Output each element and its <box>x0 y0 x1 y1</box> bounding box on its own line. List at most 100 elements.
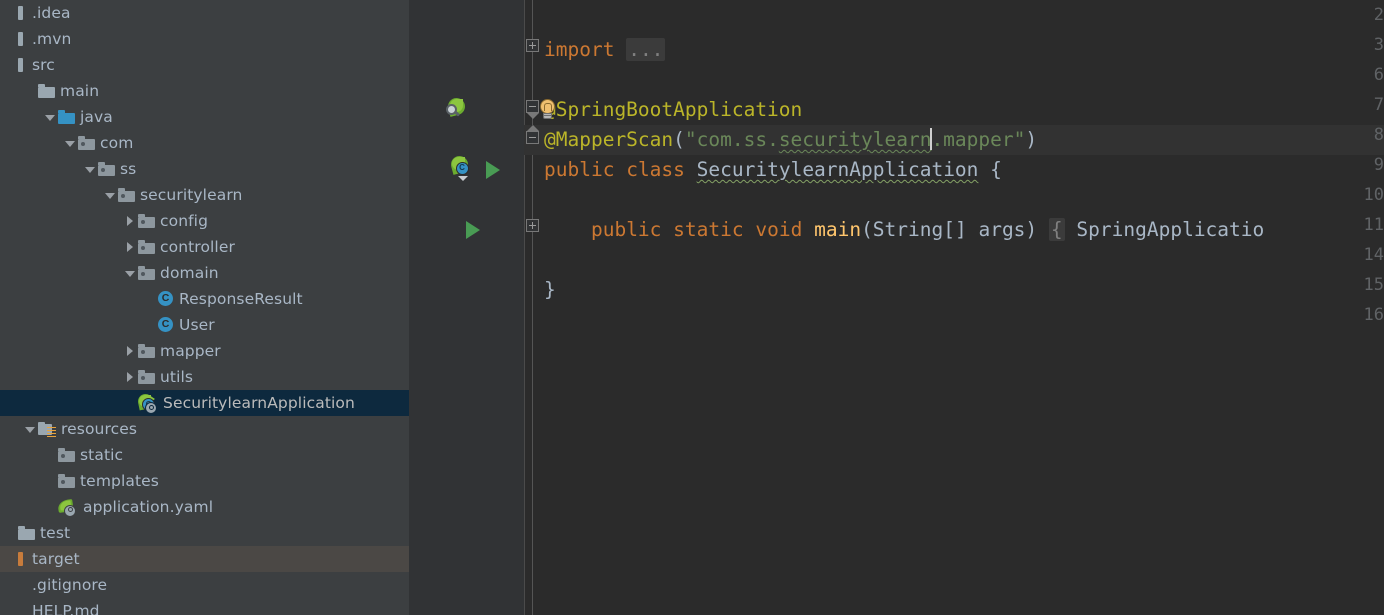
tree-item-mapper[interactable]: mapper <box>0 338 409 364</box>
code-line-15[interactable]: } <box>544 275 556 305</box>
tree-item-java[interactable]: java <box>0 104 409 130</box>
tree-item-config[interactable]: config <box>0 208 409 234</box>
tree-item-label: com <box>100 134 134 152</box>
line-number: 8 <box>1373 125 1384 145</box>
lightbulb-icon[interactable] <box>538 99 558 121</box>
fold-region-line <box>532 0 533 615</box>
tree-item-utils[interactable]: utils <box>0 364 409 390</box>
tree-item-label: templates <box>80 472 159 490</box>
tree-item-mvn[interactable]: .mvn <box>0 26 409 52</box>
chevron-right-icon[interactable] <box>122 213 138 229</box>
tree-item-user[interactable]: C User <box>0 312 409 338</box>
project-tool-window[interactable]: .idea .mvn src main java com ss securitylearn co… <box>0 0 409 615</box>
main-parameters: (String[] args) <box>861 218 1038 241</box>
tree-item-label: mapper <box>160 342 221 360</box>
expand-fold-icon-line11[interactable] <box>526 219 541 234</box>
excluded-folder-icon <box>18 552 27 566</box>
tree-item-securitylearn[interactable]: securitylearn <box>0 182 409 208</box>
tree-item-main[interactable]: main <box>0 78 409 104</box>
gutter-separator <box>524 0 525 615</box>
spring-run-class-icon[interactable] <box>449 154 474 181</box>
tree-arrow-placeholder <box>2 577 18 593</box>
code-editor[interactable]: 2 3 6 7 8 9 10 11 14 15 16 import ... @SpringBootAp… <box>409 0 1384 615</box>
import-keyword: import <box>544 38 615 61</box>
tree-item-securitylearnapplication[interactable]: SecuritylearnApplication <box>0 390 409 416</box>
chevron-right-icon[interactable] <box>122 369 138 385</box>
java-class-icon: C <box>158 291 174 307</box>
tree-item-label: securitylearn <box>140 186 243 204</box>
springapplication-call: SpringApplicatio <box>1076 218 1265 241</box>
clipped-folder-icon <box>18 6 27 20</box>
tree-arrow-placeholder <box>42 499 58 515</box>
line-number: 15 <box>1363 275 1384 295</box>
tree-item-label: .idea <box>32 4 71 22</box>
chevron-down-icon[interactable] <box>22 421 38 437</box>
run-method-icon-line9[interactable] <box>486 161 500 179</box>
code-line-8[interactable]: @MapperScan("com.ss.securitylearn.mapper… <box>544 125 1037 155</box>
file-icon <box>18 604 27 615</box>
tree-item-label: User <box>179 316 215 334</box>
package-folder-icon <box>98 162 115 176</box>
tree-item-com[interactable]: com <box>0 130 409 156</box>
code-line-9[interactable]: public class SecuritylearnApplication { <box>544 155 1002 185</box>
tree-item-target[interactable]: target <box>0 546 409 572</box>
chevron-right-icon[interactable] <box>122 343 138 359</box>
tree-item-gitignore[interactable]: .gitignore <box>0 572 409 598</box>
tree-item-domain[interactable]: domain <box>0 260 409 286</box>
folded-body-chip[interactable]: { <box>1048 218 1065 241</box>
chevron-down-icon[interactable] <box>102 187 118 203</box>
tree-item-help-md[interactable]: HELP.md <box>0 598 409 615</box>
package-folder-icon <box>58 474 75 488</box>
tree-item-label: static <box>80 446 124 464</box>
editor-gutter[interactable] <box>409 0 524 615</box>
tree-item-label: ResponseResult <box>179 290 303 308</box>
tree-item-test[interactable]: test <box>0 520 409 546</box>
chevron-down-icon[interactable] <box>82 161 98 177</box>
tree-item-application-yaml[interactable]: application.yaml <box>0 494 409 520</box>
code-line-11[interactable]: public static void main(String[] args) {… <box>544 215 1264 245</box>
folder-icon <box>18 526 35 540</box>
class-name: SecuritylearnApplication <box>696 158 979 181</box>
tree-item-idea[interactable]: .idea <box>0 0 409 26</box>
tree-item-label: controller <box>160 238 235 256</box>
tree-item-label: domain <box>160 264 219 282</box>
void-keyword: void <box>755 218 803 241</box>
chevron-down-icon[interactable] <box>62 135 78 151</box>
java-class-icon: C <box>158 317 174 333</box>
code-line-7[interactable]: @SpringBootApplication <box>544 95 802 125</box>
tree-item-label: .mvn <box>32 30 72 48</box>
code-line-3[interactable]: import ... <box>544 35 666 65</box>
tree-item-label: target <box>32 550 80 568</box>
tree-arrow-placeholder <box>2 5 18 21</box>
tree-item-label: .gitignore <box>32 576 108 594</box>
run-method-icon-line11[interactable] <box>466 221 480 239</box>
clipped-folder-icon <box>18 32 27 46</box>
public-keyword: public <box>544 158 615 181</box>
chevron-down-icon[interactable] <box>122 265 138 281</box>
collapse-fold-icon-line8[interactable] <box>526 125 541 146</box>
spring-bean-search-icon[interactable] <box>446 96 470 121</box>
chevron-down-icon[interactable] <box>42 109 58 125</box>
line-number: 16 <box>1363 305 1384 325</box>
tree-item-label: java <box>80 108 113 126</box>
clipped-folder-icon <box>18 58 27 72</box>
open-paren: ( <box>673 128 685 151</box>
tree-item-controller[interactable]: controller <box>0 234 409 260</box>
spring-boot-app-icon <box>136 392 158 414</box>
line-number: 9 <box>1373 155 1384 175</box>
folded-imports-chip[interactable]: ... <box>626 38 666 61</box>
tree-item-resources[interactable]: resources <box>0 416 409 442</box>
expand-fold-icon-line3[interactable] <box>526 39 541 54</box>
tree-item-responseresult[interactable]: C ResponseResult <box>0 286 409 312</box>
tree-arrow-placeholder <box>22 83 38 99</box>
static-keyword: static <box>673 218 744 241</box>
package-folder-icon <box>118 188 135 202</box>
resources-folder-icon <box>38 421 56 438</box>
tree-item-src[interactable]: src <box>0 52 409 78</box>
tree-item-static[interactable]: static <box>0 442 409 468</box>
sources-root-folder-icon <box>58 110 75 124</box>
chevron-right-icon[interactable] <box>122 239 138 255</box>
line-number: 14 <box>1363 245 1384 265</box>
tree-item-templates[interactable]: templates <box>0 468 409 494</box>
tree-item-ss[interactable]: ss <box>0 156 409 182</box>
